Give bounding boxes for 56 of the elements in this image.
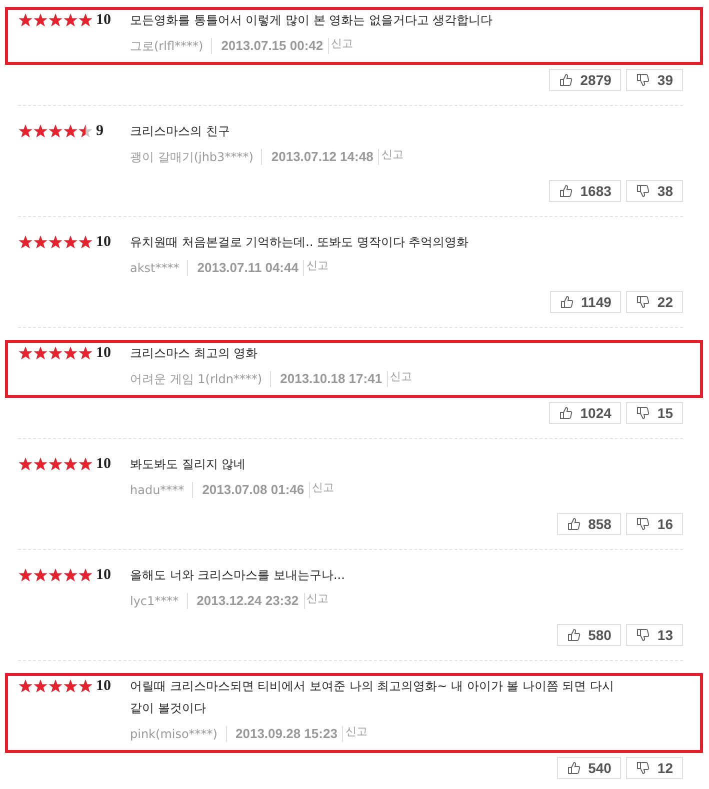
like-button[interactable]: 580 <box>557 624 622 646</box>
review-text: 크리스마스 최고의 영화 <box>130 345 259 362</box>
author-name: hadu**** <box>130 482 194 498</box>
like-button[interactable]: 1024 <box>549 402 622 424</box>
like-button[interactable]: 858 <box>557 513 622 535</box>
dislike-button[interactable]: 22 <box>626 291 683 313</box>
dislike-button[interactable]: 12 <box>626 757 683 779</box>
thumbs-up-icon <box>567 761 582 775</box>
review-date: 2013.07.12 14:48 <box>262 149 380 165</box>
review-text: 유치원때 처음본걸로 기억하는데.. 또봐도 명작이다 추억의영화 <box>130 234 470 251</box>
author-name: 어려운 게임 1(rldn****) <box>130 371 272 387</box>
like-button[interactable]: 1149 <box>550 291 622 313</box>
author-name: 괭이 갈매기(jhb3****) <box>130 149 262 165</box>
dislike-button[interactable]: 16 <box>626 513 683 535</box>
thumbs-up-icon <box>560 295 574 309</box>
thumbs-up-icon <box>567 517 582 531</box>
review-text: 모든영화를 통틀어서 이렇게 많이 본 영화는 없을거다고 생각합니다 <box>130 12 494 29</box>
rating-score: 10 <box>96 13 111 27</box>
review-date: 2013.09.28 15:23 <box>226 726 344 742</box>
thumbs-down-icon <box>636 628 650 642</box>
review-text: 봐도봐도 질리지 않네 <box>130 456 247 473</box>
dislike-button[interactable]: 13 <box>626 624 683 646</box>
author-name: 그로(rlfl****) <box>130 38 212 54</box>
review-text: 올해도 너와 크리스마스를 보내는구나... <box>130 567 346 584</box>
thumbs-down-icon <box>636 184 650 198</box>
review-date: 2013.07.11 04:44 <box>188 260 304 276</box>
thumbs-up-icon <box>559 73 574 87</box>
rating-score: 10 <box>96 235 111 249</box>
thumbs-up-icon <box>567 628 582 642</box>
thumbs-down-icon <box>636 406 650 420</box>
rating-score: 10 <box>96 568 111 582</box>
like-button[interactable]: 540 <box>557 757 622 779</box>
review-text: 크리스마스의 친구 <box>130 123 231 140</box>
dislike-button[interactable]: 38 <box>626 180 683 202</box>
thumbs-up-icon <box>559 406 574 420</box>
thumbs-down-icon <box>636 517 650 531</box>
review-date: 2013.12.24 23:32 <box>188 593 305 609</box>
author-name: pink(miso****) <box>130 726 226 742</box>
review-date: 2013.07.15 00:42 <box>212 38 330 54</box>
dislike-button[interactable]: 39 <box>626 69 683 91</box>
rating-score: 10 <box>96 457 111 471</box>
thumbs-down-icon <box>636 761 650 775</box>
review-date: 2013.10.18 17:41 <box>271 371 388 387</box>
rating-score: 9 <box>96 124 104 138</box>
review-date: 2013.07.08 01:46 <box>193 482 310 498</box>
like-button[interactable]: 2879 <box>549 69 622 91</box>
thumbs-up-icon <box>559 184 574 198</box>
author-name: lyc1**** <box>130 593 188 609</box>
thumbs-down-icon <box>636 295 650 309</box>
rating-score: 10 <box>96 346 111 360</box>
like-button[interactable]: 1683 <box>549 180 622 202</box>
rating-score: 10 <box>96 679 111 693</box>
author-name: akst**** <box>130 260 188 276</box>
review-text: 어릴때 크리스마스되면 티비에서 보여준 나의 최고의영화~ 내 아이가 볼 나이쯤 되면 다시 같이 볼것이다 <box>130 678 616 717</box>
thumbs-down-icon <box>636 73 650 87</box>
dislike-button[interactable]: 15 <box>626 402 683 424</box>
